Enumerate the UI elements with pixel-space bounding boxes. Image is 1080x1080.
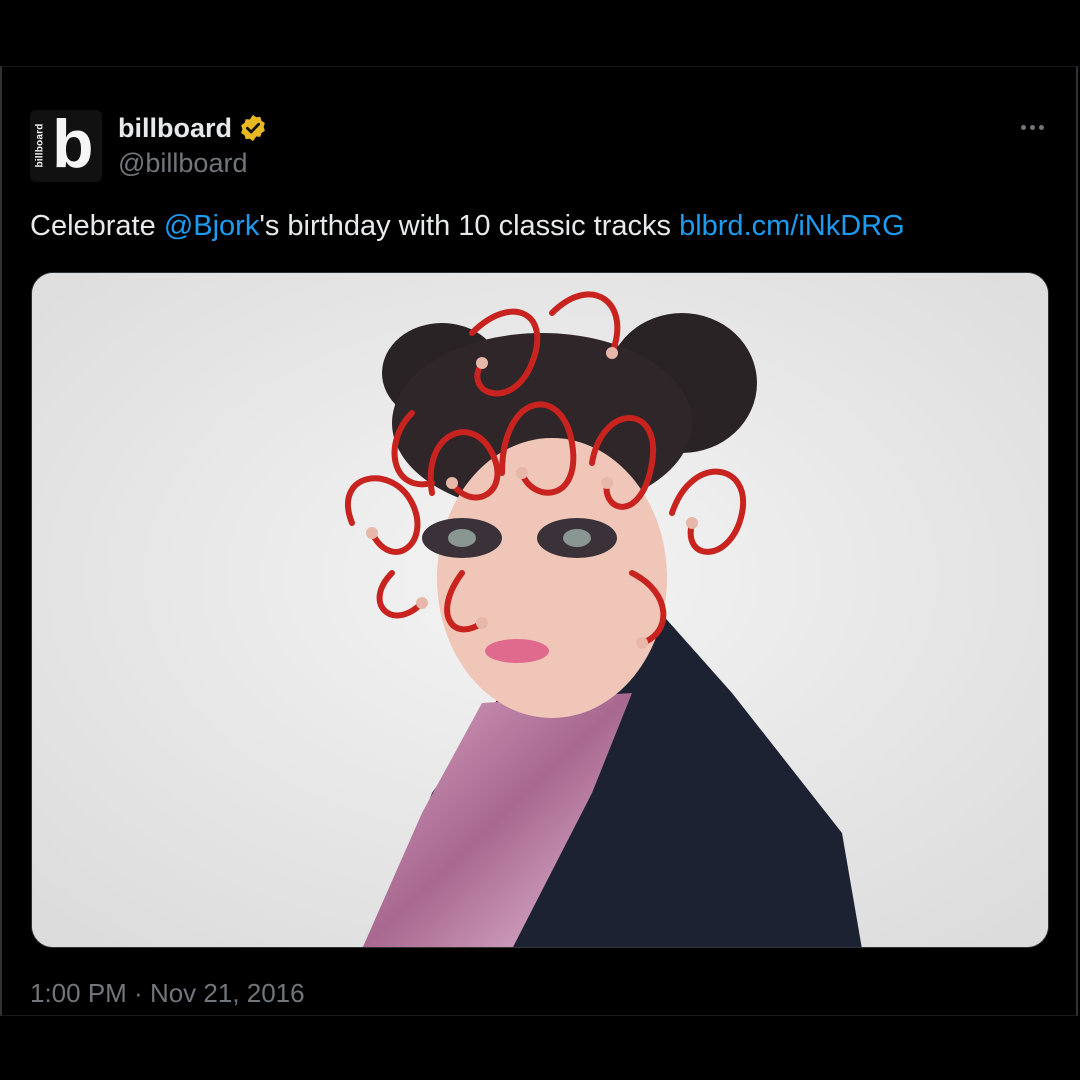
tweet-photo[interactable] <box>31 272 1049 948</box>
more-options-icon[interactable] <box>1012 112 1052 142</box>
author-handle[interactable]: @billboard <box>118 148 247 179</box>
tweet-url-link[interactable]: blbrd.cm/iNkDRG <box>679 210 905 242</box>
avatar-letter: b <box>52 110 94 182</box>
verified-badge-icon <box>241 114 265 142</box>
display-name[interactable]: billboard <box>118 113 232 144</box>
avatar[interactable]: billboard b <box>30 110 102 182</box>
tweet-text-after: 's birthday with 10 classic tracks <box>259 210 680 242</box>
timestamp-separator: · <box>126 978 150 1008</box>
tweet-text: Celebrate @Bjork's birthday with 10 clas… <box>30 210 905 243</box>
avatar-wordmark: billboard <box>34 123 46 168</box>
author-name-row[interactable]: billboard <box>118 110 268 146</box>
timestamp-time: 1:00 PM <box>30 978 127 1008</box>
timestamp-date: Nov 21, 2016 <box>149 978 305 1008</box>
mention-link[interactable]: @Bjork <box>164 210 260 242</box>
tweet-timestamp[interactable]: 1:00 PM · Nov 21, 2016 <box>30 978 305 1009</box>
tweet-text-before: Celebrate <box>30 210 164 242</box>
photo-illustration <box>32 273 1048 947</box>
